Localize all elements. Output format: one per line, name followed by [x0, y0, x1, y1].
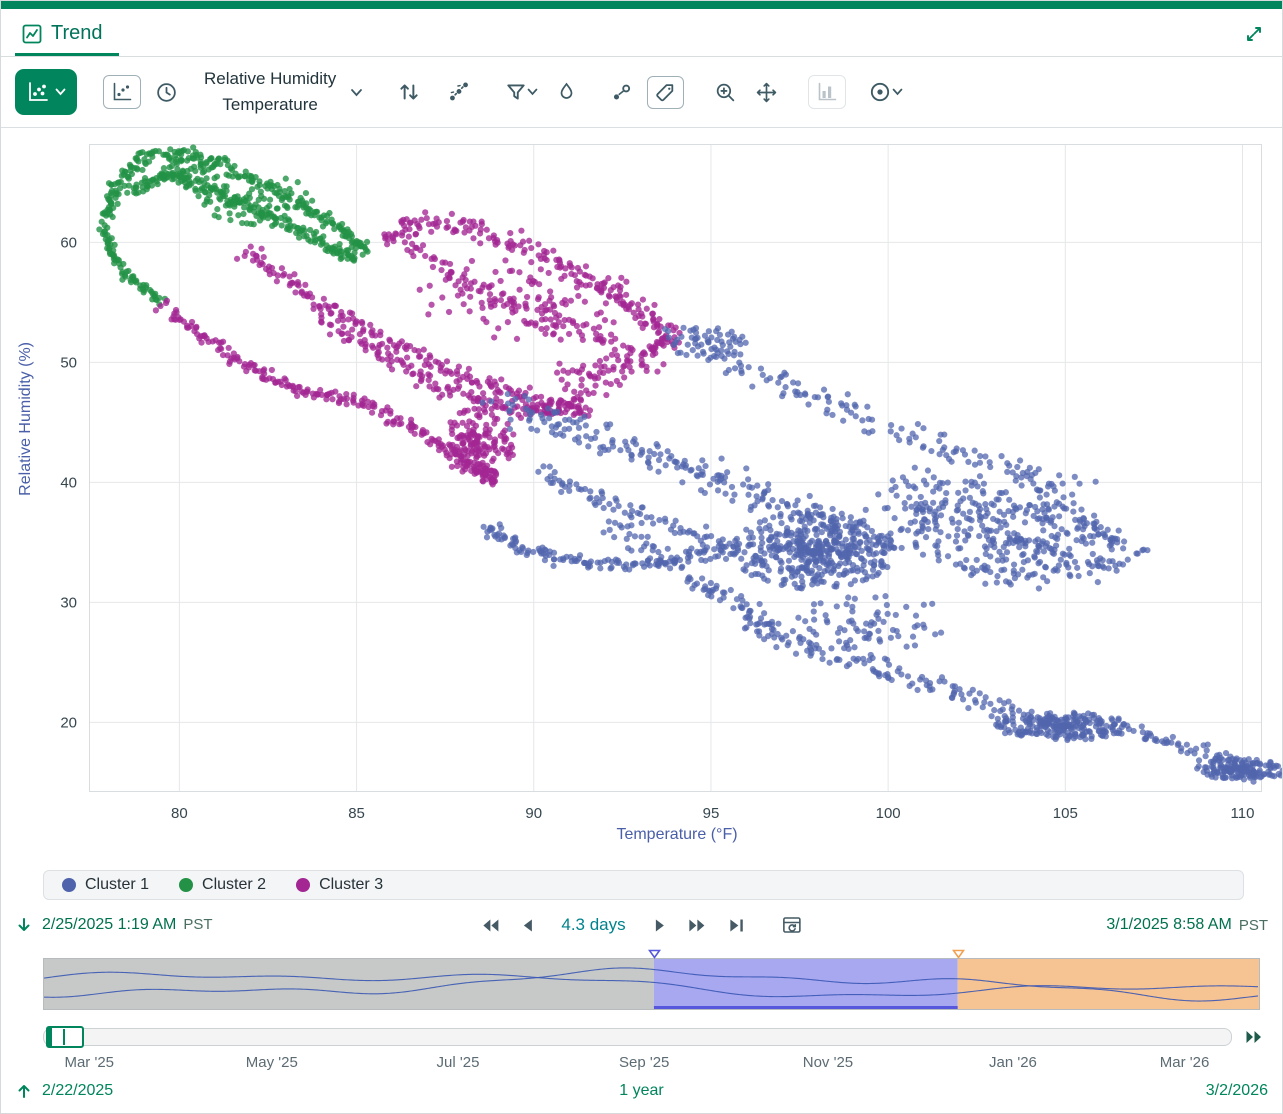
expand-timeline-icon[interactable]: [15, 1082, 33, 1100]
forecast-marker[interactable]: [952, 949, 965, 959]
jump-to-latest-icon[interactable]: [1242, 1027, 1266, 1047]
target-icon: [868, 80, 892, 104]
chevron-down-icon: [55, 88, 66, 96]
y-axis-title: Relative Humidity (%): [17, 342, 35, 496]
overview-axis-label: May '25: [246, 1054, 298, 1071]
legend: Cluster 1 Cluster 2 Cluster 3: [43, 870, 1244, 900]
chart-type-button[interactable]: [15, 69, 77, 115]
scatter-plot-area: Relative Humidity (%) Temperature (°F): [1, 128, 1282, 854]
tag-icon: [655, 82, 676, 103]
investigate-range-bar: 2/22/2025 1 year 3/2/2026: [1, 1072, 1282, 1102]
overview-axis-label: Jan '26: [989, 1054, 1037, 1071]
legend-swatch: [179, 878, 193, 892]
time-view-button[interactable]: [151, 77, 182, 108]
tab-trend[interactable]: Trend: [15, 13, 119, 56]
legend-item[interactable]: Cluster 2: [179, 876, 266, 894]
legend-label: Cluster 2: [202, 876, 266, 894]
step-back-icon[interactable]: [517, 915, 536, 936]
overview-axis-label: Mar '25: [64, 1054, 114, 1071]
playback-controls: 4.3 days: [476, 911, 806, 939]
overview-range-duration[interactable]: 1 year: [619, 1082, 663, 1100]
signal-label-temperature: Temperature: [222, 92, 317, 118]
filter-icon: [505, 81, 527, 103]
label-tag-button[interactable]: [647, 76, 684, 109]
skip-to-end-icon[interactable]: [726, 915, 748, 936]
overview-slider-track[interactable]: [43, 1028, 1232, 1046]
swap-axes-button[interactable]: [393, 76, 425, 108]
display-range-start[interactable]: 2/25/2025 1:19 AMPST: [42, 916, 213, 934]
display-range-end[interactable]: 3/1/2025 8:58 AMPST: [1106, 916, 1268, 934]
brand-bar: [1, 1, 1282, 9]
overview-range-start[interactable]: 2/22/2025: [42, 1082, 113, 1100]
zoom-in-button[interactable]: [710, 77, 741, 108]
overview-range-end[interactable]: 3/2/2026: [1206, 1082, 1268, 1100]
overview-axis-labels: Mar '25 May '25 Jul '25 Sep '25 Nov '25 Jan '…: [43, 1054, 1260, 1072]
expand-icon[interactable]: [1240, 20, 1268, 48]
legend-item[interactable]: Cluster 1: [62, 876, 149, 894]
trend-app: Trend Relative Hum: [0, 0, 1283, 1114]
overview-slider-row: [43, 1026, 1266, 1048]
chevron-down-icon: [527, 88, 538, 96]
overview-axis-label: Nov '25: [803, 1054, 853, 1071]
timeline-strip[interactable]: [43, 958, 1260, 1010]
legend-swatch: [62, 878, 76, 892]
scatter-view-button[interactable]: [103, 75, 141, 109]
overview-axis-label: Sep '25: [619, 1054, 669, 1071]
capsule-target-button[interactable]: [864, 76, 907, 108]
legend-swatch: [296, 878, 310, 892]
tab-label: Trend: [51, 22, 103, 45]
time-range-bar: 2/25/2025 1:19 AMPST 4.3 days: [1, 900, 1282, 938]
legend-label: Cluster 3: [319, 876, 383, 894]
chevron-down-icon: [892, 88, 903, 96]
trend-chart-icon: [21, 23, 43, 45]
x-axis-title: Temperature (°F): [616, 826, 737, 844]
selected-window-marker[interactable]: [648, 949, 661, 959]
header: Trend: [1, 9, 1282, 57]
collapse-timeline-icon[interactable]: [15, 916, 33, 934]
filter-button[interactable]: [501, 77, 542, 107]
step-back-fast-icon[interactable]: [476, 915, 502, 936]
scatter-plot-canvas[interactable]: [1, 128, 1282, 854]
step-forward-fast-icon[interactable]: [685, 915, 711, 936]
pan-button[interactable]: [751, 77, 782, 108]
histogram-button[interactable]: [808, 75, 846, 109]
signal-label-humidity: Relative Humidity: [204, 66, 336, 92]
jitter-points-button[interactable]: [443, 76, 475, 108]
scatter-chart-icon: [26, 80, 50, 104]
signal-selector[interactable]: Relative Humidity Temperature: [204, 66, 336, 119]
signal-dropdown-chevron[interactable]: [346, 84, 367, 101]
toolbar: Relative Humidity Temperature: [1, 57, 1282, 128]
droplet-button[interactable]: [552, 77, 581, 107]
duration-label[interactable]: 4.3 days: [561, 915, 625, 935]
step-forward-icon[interactable]: [651, 915, 670, 936]
select-points-button[interactable]: [607, 77, 637, 107]
overview-axis-label: Mar '26: [1160, 1054, 1210, 1071]
auto-update-icon[interactable]: [777, 911, 807, 939]
legend-item[interactable]: Cluster 3: [296, 876, 383, 894]
overview-slider-handle[interactable]: [46, 1026, 84, 1048]
overview-axis-label: Jul '25: [437, 1054, 480, 1071]
legend-label: Cluster 1: [85, 876, 149, 894]
timeline-strip-canvas[interactable]: [44, 959, 1259, 1009]
